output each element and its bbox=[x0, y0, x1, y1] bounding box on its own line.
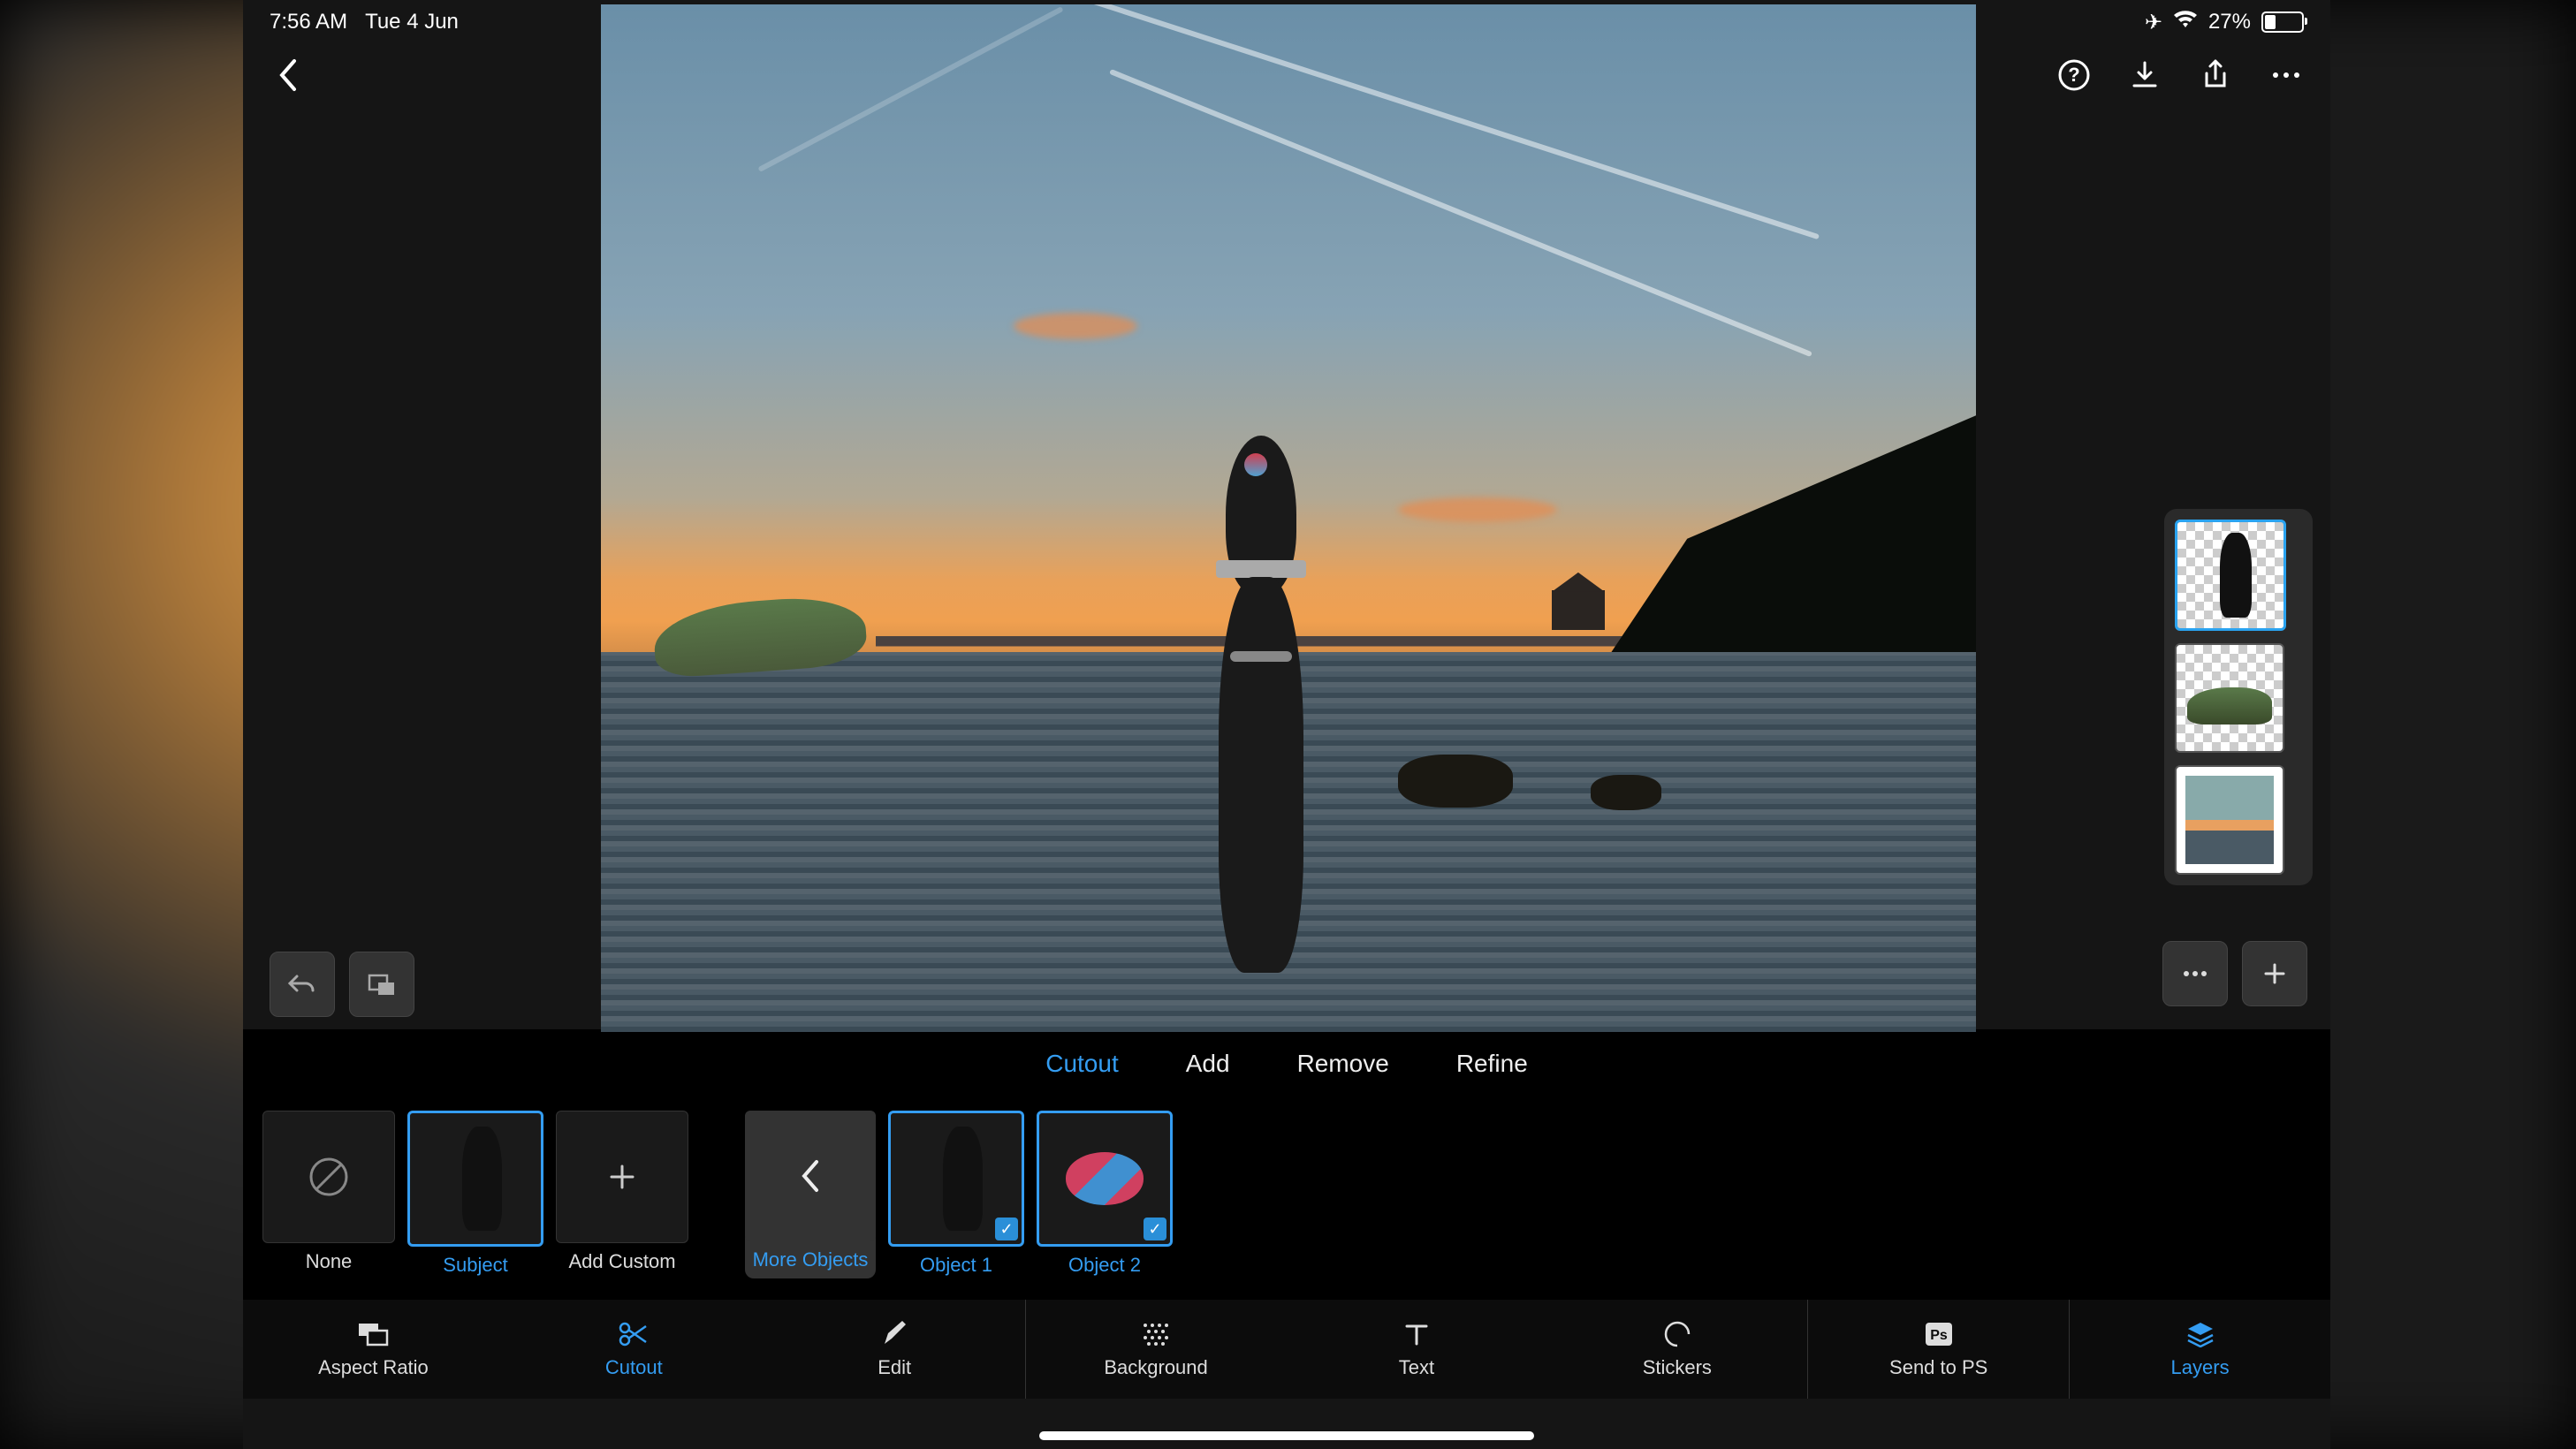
cutout-add-custom-label: Add Custom bbox=[568, 1250, 675, 1273]
tool-send-to-ps[interactable]: Ps Send to PS bbox=[1808, 1300, 2069, 1399]
layer-thumbnail-island[interactable] bbox=[2175, 643, 2284, 753]
battery-percent: 27% bbox=[2208, 10, 2251, 34]
layer-thumbnail-background[interactable] bbox=[2175, 765, 2284, 875]
svg-text:?: ? bbox=[2068, 64, 2079, 86]
wifi-icon bbox=[2173, 10, 2198, 35]
more-options-button[interactable] bbox=[2268, 57, 2304, 93]
cutout-object-2[interactable]: ✓ Object 2 bbox=[1037, 1111, 1173, 1277]
help-button[interactable]: ? bbox=[2056, 57, 2092, 93]
tool-layers[interactable]: Layers bbox=[2070, 1300, 2330, 1399]
cutout-more-objects[interactable]: More Objects bbox=[745, 1111, 876, 1278]
tool-label: Background bbox=[1104, 1356, 1207, 1379]
tool-stickers[interactable]: Stickers bbox=[1546, 1300, 1807, 1399]
cutout-thumbnails: None Subject Add Custom More Objects ✓ O… bbox=[243, 1098, 2330, 1300]
airplane-mode-icon: ✈ bbox=[2145, 10, 2162, 35]
check-icon: ✓ bbox=[995, 1218, 1018, 1240]
cutout-none-label: None bbox=[306, 1250, 353, 1273]
add-layer-button[interactable] bbox=[2242, 941, 2307, 1006]
download-button[interactable] bbox=[2127, 57, 2162, 93]
tool-label: Send to PS bbox=[1889, 1356, 1987, 1379]
tool-edit[interactable]: Edit bbox=[764, 1300, 1025, 1399]
aspect-ratio-icon bbox=[357, 1319, 389, 1349]
text-icon bbox=[1403, 1319, 1430, 1349]
share-button[interactable] bbox=[2198, 57, 2233, 93]
dots-grid-icon bbox=[1142, 1319, 1170, 1349]
layers-icon bbox=[2185, 1319, 2215, 1349]
tool-text[interactable]: Text bbox=[1287, 1300, 1547, 1399]
scissors-icon bbox=[618, 1319, 650, 1349]
tool-label: Edit bbox=[878, 1356, 911, 1379]
image-canvas[interactable] bbox=[601, 4, 1976, 1032]
status-date: Tue 4 Jun bbox=[365, 10, 459, 34]
tool-cutout[interactable]: Cutout bbox=[504, 1300, 764, 1399]
back-button[interactable] bbox=[270, 57, 305, 93]
check-icon: ✓ bbox=[1144, 1218, 1166, 1240]
canvas-area bbox=[243, 106, 2330, 1029]
layer-action-buttons bbox=[2162, 941, 2307, 1006]
canvas-history-buttons bbox=[270, 952, 414, 1017]
device-screen: 7:56 AM Tue 4 Jun ✈ 27% ? bbox=[0, 0, 2576, 1449]
cutout-subject[interactable]: Subject bbox=[407, 1111, 543, 1277]
tool-label: Stickers bbox=[1643, 1356, 1712, 1379]
pencil-icon bbox=[881, 1319, 908, 1349]
cutout-tabs: Cutout Add Remove Refine bbox=[243, 1029, 2330, 1098]
cutout-object-1-label: Object 1 bbox=[920, 1254, 992, 1277]
tab-refine[interactable]: Refine bbox=[1456, 1050, 1528, 1078]
cutout-none[interactable]: None bbox=[262, 1111, 395, 1273]
layers-panel bbox=[2164, 509, 2313, 885]
tool-label: Cutout bbox=[605, 1356, 663, 1379]
tab-remove[interactable]: Remove bbox=[1297, 1050, 1389, 1078]
canvas-dog-subject[interactable] bbox=[1190, 436, 1332, 1001]
cutout-more-objects-label: More Objects bbox=[753, 1248, 869, 1271]
home-indicator[interactable] bbox=[1039, 1431, 1534, 1440]
tab-cutout[interactable]: Cutout bbox=[1045, 1050, 1119, 1078]
cutout-object-2-label: Object 2 bbox=[1068, 1254, 1141, 1277]
transform-button[interactable] bbox=[349, 952, 414, 1017]
cloud bbox=[1014, 313, 1137, 339]
tool-aspect-ratio[interactable]: Aspect Ratio bbox=[243, 1300, 504, 1399]
canvas-rock bbox=[1398, 755, 1513, 808]
bottom-toolbar: Aspect Ratio Cutout Edit Background Text bbox=[243, 1300, 2330, 1399]
ps-icon: Ps bbox=[1924, 1319, 1954, 1349]
cutout-subject-label: Subject bbox=[443, 1254, 507, 1277]
tool-label: Aspect Ratio bbox=[318, 1356, 429, 1379]
tool-background[interactable]: Background bbox=[1026, 1300, 1287, 1399]
layer-more-button[interactable] bbox=[2162, 941, 2228, 1006]
canvas-rock bbox=[1591, 775, 1661, 810]
canvas-house bbox=[1552, 590, 1605, 630]
app-window: 7:56 AM Tue 4 Jun ✈ 27% ? bbox=[243, 0, 2330, 1449]
status-time: 7:56 AM bbox=[270, 10, 347, 34]
svg-text:Ps: Ps bbox=[1930, 1328, 1948, 1343]
cutout-object-1[interactable]: ✓ Object 1 bbox=[888, 1111, 1024, 1277]
sticker-icon bbox=[1663, 1319, 1691, 1349]
layer-thumbnail-dog[interactable] bbox=[2175, 520, 2286, 631]
tool-label: Text bbox=[1399, 1356, 1434, 1379]
battery-icon bbox=[2261, 11, 2304, 33]
cutout-add-custom[interactable]: Add Custom bbox=[556, 1111, 688, 1273]
tab-add[interactable]: Add bbox=[1186, 1050, 1230, 1078]
tool-label: Layers bbox=[2171, 1356, 2230, 1379]
undo-button[interactable] bbox=[270, 952, 335, 1017]
